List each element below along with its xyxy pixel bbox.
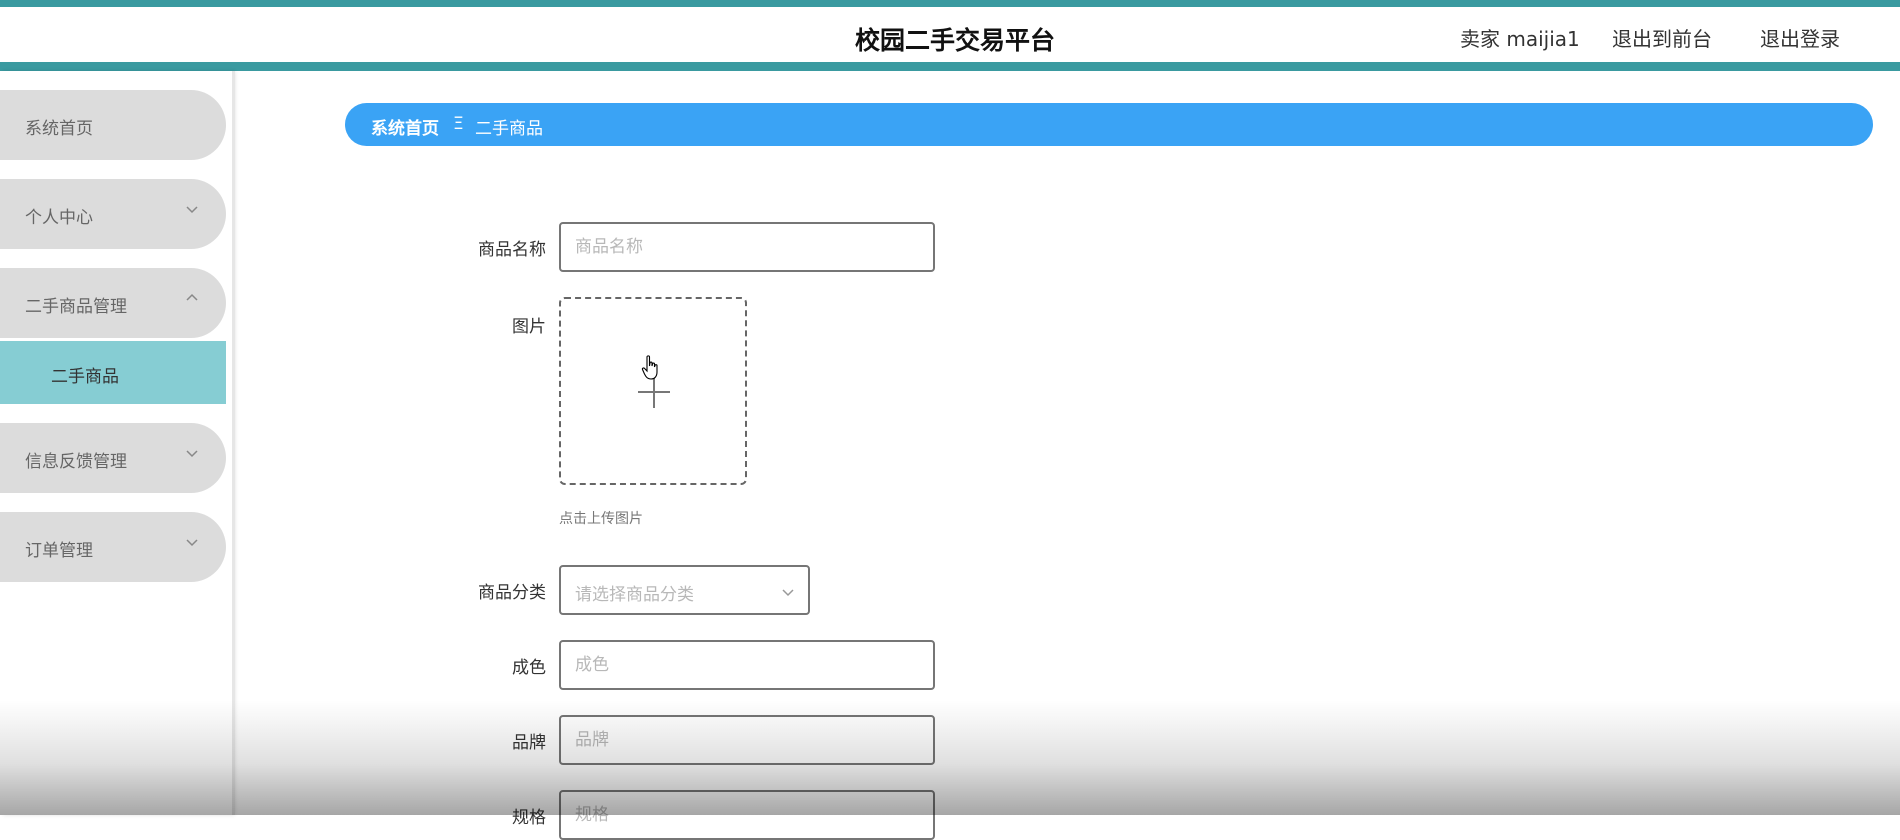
chevron-down-icon [186,450,198,458]
bottom-shadow-overlay [0,700,1900,815]
logout-link[interactable]: 退出登录 [1760,23,1840,52]
header-top-stripe [0,0,1900,7]
chevron-down-icon [186,206,198,214]
image-label: 图片 [512,317,546,337]
sidebar-item-label: 个人中心 [25,208,93,228]
chevron-up-icon [186,293,198,301]
chevron-down-icon [186,539,198,547]
sidebar-item-home[interactable]: 系统首页 [0,90,226,160]
chevron-down-icon [782,589,794,597]
upload-hint: 点击上传图片 [559,511,643,527]
brand-input[interactable] [559,715,935,765]
sidebar: 系统首页 个人中心 二手商品管理 二手商品 信息反馈管理 订单管理 [0,71,232,815]
image-upload-box[interactable] [559,297,747,485]
sidebar-item-label: 信息反馈管理 [25,452,127,472]
spec-input[interactable] [559,790,935,840]
sidebar-item-personal-center[interactable]: 个人中心 [0,179,226,249]
category-select-placeholder: 请选择商品分类 [575,585,694,605]
sidebar-item-goods-management[interactable]: 二手商品管理 [0,268,226,338]
sidebar-item-order-management[interactable]: 订单管理 [0,512,226,582]
sidebar-divider [232,71,235,815]
goods-name-input[interactable] [559,222,935,272]
sidebar-item-label: 二手商品管理 [25,297,127,317]
sidebar-item-label: 订单管理 [25,541,93,561]
category-label: 商品分类 [478,583,546,603]
seller-username: 卖家 maijia1 [1460,27,1580,51]
hand-cursor-icon [641,355,658,380]
spec-label: 规格 [512,808,546,828]
breadcrumb-current: 二手商品 [475,119,543,139]
sidebar-subitem-label: 二手商品 [51,367,119,387]
top-header: 校园二手交易平台 卖家 maijia1 退出到前台 退出登录 [0,7,1900,62]
condition-label: 成色 [512,658,546,678]
sidebar-subitem-goods[interactable]: 二手商品 [0,341,226,404]
breadcrumb: 系统首页 Ξ 二手商品 [345,103,1873,146]
category-select[interactable]: 请选择商品分类 [559,565,810,615]
goods-name-label: 商品名称 [478,240,546,260]
breadcrumb-separator: Ξ [453,114,464,134]
condition-input[interactable] [559,640,935,690]
breadcrumb-home-link[interactable]: 系统首页 [371,114,439,139]
sidebar-item-label: 系统首页 [25,119,93,139]
exit-to-frontend-link[interactable]: 退出到前台 [1612,23,1712,52]
sidebar-item-feedback-management[interactable]: 信息反馈管理 [0,423,226,493]
brand-label: 品牌 [512,733,546,753]
header-bottom-stripe [0,62,1900,71]
